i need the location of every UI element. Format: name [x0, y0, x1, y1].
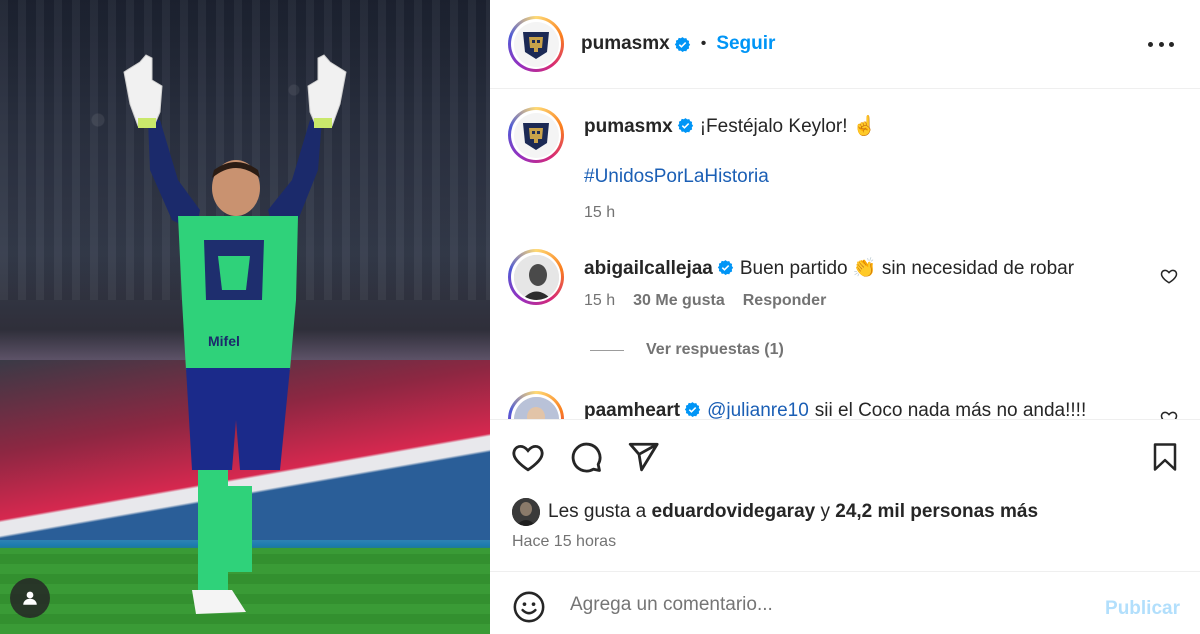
svg-text:Mifel: Mifel	[208, 333, 240, 349]
heart-icon[interactable]	[510, 439, 546, 475]
comment-username[interactable]: abigailcallejaa	[584, 258, 713, 279]
pumas-logo-icon	[523, 123, 549, 150]
caption-author-avatar[interactable]	[508, 107, 564, 163]
comment-mention[interactable]: @julianre10	[707, 400, 809, 419]
view-replies-label: Ver respuestas (1)	[646, 341, 784, 358]
emoji-icon[interactable]	[512, 590, 546, 624]
commenter-avatar[interactable]	[508, 391, 564, 419]
follow-button[interactable]: Seguir	[716, 33, 775, 55]
author-username[interactable]: pumasmx	[581, 33, 670, 55]
comment-text: sii el Coco nada más no anda!!!!	[814, 400, 1087, 419]
tagged-users-button[interactable]	[10, 578, 50, 618]
comment-body: abigailcallejaa Buen partido 👏 sin neces…	[584, 257, 1164, 313]
caption-text: ¡Festéjalo Keylor! ☝️	[699, 116, 877, 137]
replies-divider	[590, 349, 624, 351]
liker-username[interactable]: eduardovidegaray	[652, 501, 816, 523]
person-photo-icon	[513, 396, 559, 419]
more-options-icon[interactable]	[1148, 34, 1174, 54]
post-header: pumasmx • Seguir	[490, 0, 1200, 89]
post-photo: Mifel	[0, 0, 490, 634]
caption-body: pumasmx ¡Festéjalo Keylor! ☝️ #UnidosPor…	[584, 115, 1164, 225]
bookmark-icon[interactable]	[1147, 439, 1183, 475]
post-comment-button[interactable]: Publicar	[1105, 598, 1180, 620]
caption-time: 15 h	[584, 204, 616, 221]
view-replies-button[interactable]: Ver respuestas (1)	[590, 341, 784, 359]
comment-heart-icon[interactable]	[1160, 409, 1178, 419]
verified-icon	[674, 36, 690, 52]
liker-avatar[interactable]	[512, 498, 540, 526]
verified-icon	[717, 260, 734, 275]
caption-hashtag[interactable]: #UnidosPorLaHistoria	[584, 166, 769, 187]
comment-username[interactable]: paamheart	[584, 400, 680, 419]
comment-time: 15 h	[584, 292, 616, 309]
post-details-panel: pumasmx • Seguir pumasmx ¡Festéjalo Keyl…	[490, 0, 1200, 634]
verified-icon	[677, 118, 693, 133]
comments-list: pumasmx ¡Festéjalo Keylor! ☝️ #UnidosPor…	[490, 89, 1200, 419]
comment-text: Buen partido 👏 sin necesidad de robar	[739, 258, 1075, 279]
likes-prefix: Les gusta a	[548, 501, 647, 522]
user-icon	[23, 591, 37, 605]
verified-icon	[684, 402, 701, 417]
share-icon[interactable]	[625, 439, 661, 475]
separator-dot: •	[700, 35, 707, 52]
likes-joiner: y	[820, 501, 830, 522]
comment-heart-icon[interactable]	[1160, 267, 1178, 285]
likes-others[interactable]: 24,2 mil personas más	[835, 501, 1038, 523]
comment-body: paamheart @julianre10 sii el Coco nada má…	[584, 399, 1164, 419]
pumas-logo-icon	[523, 32, 549, 59]
comment-likes[interactable]: 30 Me gusta	[633, 292, 725, 309]
comment-input[interactable]	[570, 594, 1070, 616]
caption-username[interactable]: pumasmx	[584, 116, 673, 137]
comment-composer: Publicar	[490, 571, 1200, 634]
post-time: Hace 15 horas	[512, 533, 617, 550]
commenter-avatar[interactable]	[508, 249, 564, 305]
goalkeeper-figure: Mifel	[123, 54, 347, 614]
instagram-post-view: Mifel pumasmx • Seguir pumasmx ¡Festéjal…	[0, 0, 1200, 634]
person-photo-icon	[513, 254, 559, 300]
likes-summary: Les gusta a eduardovidegaray y 24,2 mil …	[512, 498, 1038, 526]
comment-icon[interactable]	[568, 439, 604, 475]
reply-button[interactable]: Responder	[743, 292, 827, 309]
post-actions: Les gusta a eduardovidegaray y 24,2 mil …	[490, 419, 1200, 571]
author-avatar[interactable]	[508, 16, 564, 72]
